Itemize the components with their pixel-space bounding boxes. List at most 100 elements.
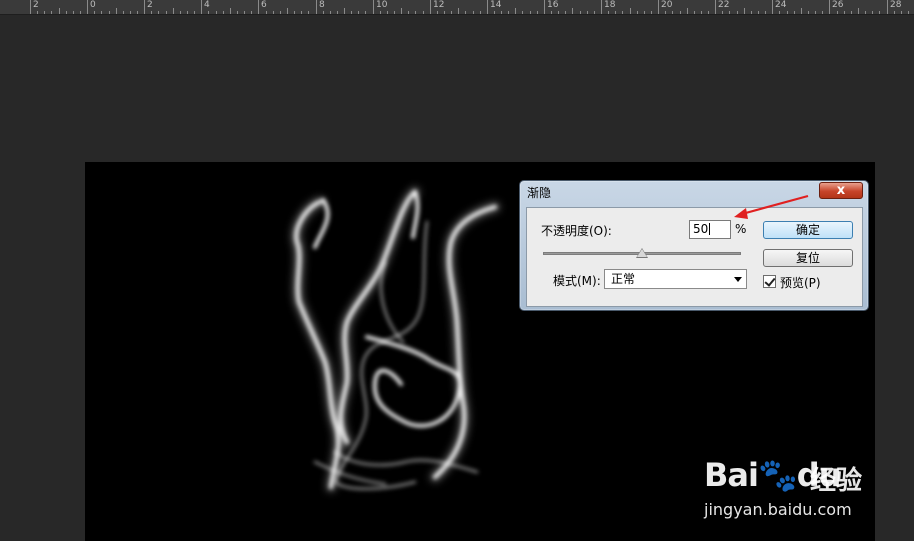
ruler-minor-tick <box>130 11 131 14</box>
ruler-minor-tick <box>751 11 752 14</box>
ruler-minor-tick <box>73 11 74 14</box>
close-button[interactable]: x <box>819 182 863 199</box>
opacity-input[interactable]: 50 <box>689 220 731 239</box>
ruler-minor-tick <box>59 8 60 14</box>
ruler-minor-tick <box>166 11 167 14</box>
ruler-minor-tick <box>80 11 81 14</box>
ruler-major-tick <box>487 0 488 14</box>
ruler-minor-tick <box>208 11 209 14</box>
ruler-minor-tick <box>765 11 766 14</box>
reset-button[interactable]: 复位 <box>763 249 853 267</box>
fade-dialog[interactable]: 渐隐 x 不透明度(O): 50 % 模式(M): 正常 确定 复位 预览(P) <box>519 180 869 311</box>
ruler-label: 14 <box>490 0 502 10</box>
ruler-minor-tick <box>230 8 231 14</box>
ruler-minor-tick <box>858 8 859 14</box>
ruler-minor-tick <box>815 11 816 14</box>
ruler-minor-tick <box>94 11 95 14</box>
ruler-minor-tick <box>273 11 274 14</box>
ruler-minor-tick <box>565 11 566 14</box>
ruler-minor-tick <box>737 11 738 14</box>
ruler-minor-tick <box>408 11 409 14</box>
ruler-major-tick <box>87 0 88 14</box>
ruler-minor-tick <box>358 11 359 14</box>
mode-label: 模式(M): <box>553 274 601 288</box>
ruler-minor-tick <box>294 11 295 14</box>
ruler-minor-tick <box>51 11 52 14</box>
ruler-minor-tick <box>244 11 245 14</box>
ruler-minor-tick <box>280 11 281 14</box>
ruler-minor-tick <box>630 8 631 14</box>
ruler-minor-tick <box>394 11 395 14</box>
ruler-minor-tick <box>287 8 288 14</box>
ruler-label: 16 <box>547 0 559 10</box>
ruler-minor-tick <box>123 11 124 14</box>
ruler-minor-tick <box>672 11 673 14</box>
mode-select[interactable]: 正常 <box>604 269 747 289</box>
ruler-major-tick <box>544 0 545 14</box>
preview-label[interactable]: 预览(P) <box>780 274 821 291</box>
ruler-minor-tick <box>401 8 402 14</box>
watermark-jingyan: 经验 <box>810 466 863 496</box>
ruler-label: 28 <box>890 0 902 10</box>
ruler-minor-tick <box>423 11 424 14</box>
ruler-minor-tick <box>665 11 666 14</box>
ruler-minor-tick <box>572 8 573 14</box>
ruler-minor-tick <box>558 11 559 14</box>
ruler-minor-tick <box>879 11 880 14</box>
ruler-minor-tick <box>808 11 809 14</box>
ruler-minor-tick <box>508 11 509 14</box>
ruler-label: 20 <box>661 0 673 10</box>
ruler-minor-tick <box>822 11 823 14</box>
ruler-minor-tick <box>173 8 174 14</box>
ruler-minor-tick <box>337 11 338 14</box>
ruler-minor-tick <box>365 11 366 14</box>
ruler-minor-tick <box>323 11 324 14</box>
ruler-minor-tick <box>551 11 552 14</box>
ruler-minor-tick <box>444 11 445 14</box>
ruler-minor-tick <box>344 8 345 14</box>
ruler-major-tick <box>715 0 716 14</box>
ruler-label: 0 <box>90 0 96 10</box>
horizontal-ruler[interactable]: 2 0 2 4 6 8 10 12 14 16 18 20 22 24 26 28 <box>0 0 914 15</box>
ruler-minor-tick <box>137 11 138 14</box>
baidu-jingyan-watermark: Bai🐾du 经验 jingyan.baidu.com <box>700 452 900 532</box>
ruler-minor-tick <box>44 11 45 14</box>
opacity-label: 不透明度(O): <box>541 224 612 238</box>
ruler-minor-tick <box>216 11 217 14</box>
ruler-label: 24 <box>775 0 787 10</box>
ruler-minor-tick <box>116 8 117 14</box>
ruler-minor-tick <box>158 11 159 14</box>
ruler-major-tick <box>373 0 374 14</box>
ruler-minor-tick <box>779 11 780 14</box>
opacity-slider-thumb[interactable] <box>636 248 648 258</box>
ruler-minor-tick <box>494 11 495 14</box>
ruler-minor-tick <box>351 11 352 14</box>
ruler-major-tick <box>601 0 602 14</box>
ruler-label: 4 <box>204 0 210 10</box>
ruler-major-tick <box>201 0 202 14</box>
ok-button[interactable]: 确定 <box>763 221 853 239</box>
ruler-minor-tick <box>701 11 702 14</box>
ruler-minor-tick <box>380 11 381 14</box>
ruler-minor-tick <box>872 11 873 14</box>
ruler-major-tick <box>430 0 431 14</box>
ruler-minor-tick <box>465 11 466 14</box>
ruler-label: 18 <box>604 0 616 10</box>
ruler-label: 6 <box>261 0 267 10</box>
annotation-arrow-icon <box>734 194 809 219</box>
ruler-minor-tick <box>437 11 438 14</box>
ruler-minor-tick <box>722 11 723 14</box>
preview-checkbox[interactable] <box>763 275 776 288</box>
ruler-minor-tick <box>758 11 759 14</box>
ruler-minor-tick <box>644 11 645 14</box>
ruler-minor-tick <box>580 11 581 14</box>
ruler-minor-tick <box>537 11 538 14</box>
ruler-minor-tick <box>308 11 309 14</box>
ruler-minor-tick <box>608 11 609 14</box>
ruler-minor-tick <box>908 11 909 14</box>
percent-unit: % <box>735 222 747 236</box>
ruler-minor-tick <box>151 11 152 14</box>
ruler-major-tick <box>316 0 317 14</box>
ruler-label: 10 <box>376 0 388 10</box>
ruler-minor-tick <box>266 11 267 14</box>
